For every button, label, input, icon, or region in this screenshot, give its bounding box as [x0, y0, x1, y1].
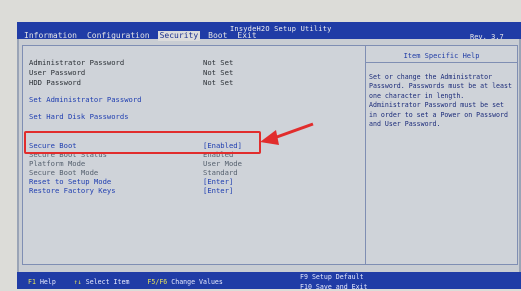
tab-configuration[interactable]: Configuration	[85, 31, 152, 41]
help-text: Set or change the Administrator Password…	[369, 73, 512, 129]
legend-desc: Setup Default	[311, 273, 364, 281]
setting-value: Not Set	[203, 78, 234, 87]
setting-row: User Password Not Set	[23, 68, 366, 78]
restore-factory-keys-item[interactable]: Restore Factory Keys [Enter]	[23, 186, 366, 196]
legend-key: F9	[300, 273, 308, 281]
security-settings-panel: Administrator Password Not Set User Pass…	[22, 45, 367, 265]
tab-boot[interactable]: Boot	[206, 31, 229, 41]
revision-label: Rev. 3.7	[470, 33, 504, 41]
tab-security[interactable]: Security	[157, 31, 201, 41]
setting-label: Set Administrator Password	[29, 95, 142, 104]
menu-tabs: Information Configuration Security Boot …	[22, 31, 259, 41]
setting-label: User Password	[29, 68, 86, 77]
legend-key: ↑↓	[73, 278, 82, 286]
legend-select-item: ↑↓ Select Item	[74, 278, 134, 286]
legend-desc: Select Item	[85, 278, 130, 286]
item-specific-help-panel: Item Specific Help Set or change the Adm…	[365, 45, 518, 265]
setting-value: Not Set	[203, 68, 234, 77]
setting-value[interactable]: [Enter]	[203, 186, 233, 196]
setting-row: Administrator Password Not Set	[23, 58, 366, 68]
help-title: Item Specific Help	[403, 52, 480, 60]
legend-desc: Help	[39, 278, 56, 286]
setting-value: Not Set	[203, 58, 234, 67]
legend-key: F1	[28, 278, 36, 286]
legend-setup-default: F9 Setup Default	[300, 273, 364, 281]
legend-save-exit: F10 Save and Exit	[300, 283, 368, 291]
setting-row: HDD Password Not Set	[23, 78, 366, 88]
help-divider	[366, 62, 517, 63]
secure-boot-highlight	[24, 131, 261, 154]
legend-key: F5/F6	[147, 278, 168, 286]
tab-information[interactable]: Information	[22, 31, 79, 41]
pointer-arrow-icon	[260, 122, 314, 145]
key-legend-left: F1 Help ↑↓ Select Item F5/F6 Change Valu…	[28, 278, 237, 286]
legend-help: F1 Help	[28, 278, 60, 286]
setting-label: Set Hard Disk Passwords	[29, 112, 129, 121]
setting-label: Restore Factory Keys	[29, 186, 116, 195]
legend-desc: Change Values	[171, 278, 223, 286]
legend-desc: Save and Exit	[315, 283, 368, 291]
legend-key: F10	[300, 283, 312, 291]
legend-change-values: F5/F6 Change Values	[147, 278, 222, 286]
setting-label: HDD Password	[29, 78, 81, 87]
set-administrator-password-item[interactable]: Set Administrator Password	[23, 95, 366, 105]
setting-label: Administrator Password	[29, 58, 125, 67]
tab-exit[interactable]: Exit	[235, 31, 258, 41]
